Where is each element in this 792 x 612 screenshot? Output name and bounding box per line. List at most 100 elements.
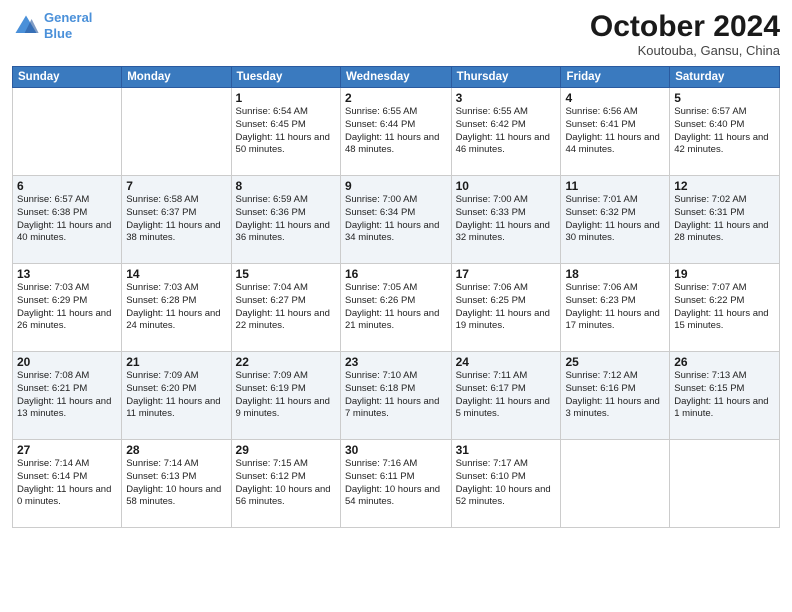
calendar-cell: 24Sunrise: 7:11 AM Sunset: 6:17 PM Dayli… (451, 352, 561, 440)
day-detail: Sunrise: 7:08 AM Sunset: 6:21 PM Dayligh… (17, 370, 117, 421)
day-detail: Sunrise: 7:17 AM Sunset: 6:10 PM Dayligh… (456, 458, 557, 509)
day-number: 10 (456, 179, 557, 193)
day-number: 28 (126, 443, 226, 457)
day-detail: Sunrise: 6:55 AM Sunset: 6:42 PM Dayligh… (456, 106, 557, 157)
col-monday: Monday (122, 67, 231, 88)
day-number: 22 (236, 355, 336, 369)
calendar-cell: 21Sunrise: 7:09 AM Sunset: 6:20 PM Dayli… (122, 352, 231, 440)
calendar-cell: 22Sunrise: 7:09 AM Sunset: 6:19 PM Dayli… (231, 352, 340, 440)
day-number: 5 (674, 91, 775, 105)
calendar-cell: 5Sunrise: 6:57 AM Sunset: 6:40 PM Daylig… (670, 88, 780, 176)
day-number: 19 (674, 267, 775, 281)
calendar-cell (122, 88, 231, 176)
day-number: 1 (236, 91, 336, 105)
calendar-cell: 8Sunrise: 6:59 AM Sunset: 6:36 PM Daylig… (231, 176, 340, 264)
calendar-cell (561, 440, 670, 528)
day-detail: Sunrise: 7:06 AM Sunset: 6:23 PM Dayligh… (565, 282, 665, 333)
day-number: 29 (236, 443, 336, 457)
day-detail: Sunrise: 6:57 AM Sunset: 6:38 PM Dayligh… (17, 194, 117, 245)
calendar-cell: 7Sunrise: 6:58 AM Sunset: 6:37 PM Daylig… (122, 176, 231, 264)
day-number: 3 (456, 91, 557, 105)
col-saturday: Saturday (670, 67, 780, 88)
day-number: 23 (345, 355, 447, 369)
day-number: 8 (236, 179, 336, 193)
day-detail: Sunrise: 7:11 AM Sunset: 6:17 PM Dayligh… (456, 370, 557, 421)
day-number: 16 (345, 267, 447, 281)
calendar-cell: 2Sunrise: 6:55 AM Sunset: 6:44 PM Daylig… (341, 88, 452, 176)
day-detail: Sunrise: 7:12 AM Sunset: 6:16 PM Dayligh… (565, 370, 665, 421)
day-number: 18 (565, 267, 665, 281)
day-detail: Sunrise: 7:00 AM Sunset: 6:34 PM Dayligh… (345, 194, 447, 245)
day-number: 11 (565, 179, 665, 193)
day-detail: Sunrise: 7:09 AM Sunset: 6:19 PM Dayligh… (236, 370, 336, 421)
day-number: 26 (674, 355, 775, 369)
day-number: 20 (17, 355, 117, 369)
logo-text: General Blue (44, 10, 92, 41)
day-detail: Sunrise: 7:03 AM Sunset: 6:29 PM Dayligh… (17, 282, 117, 333)
calendar-cell: 18Sunrise: 7:06 AM Sunset: 6:23 PM Dayli… (561, 264, 670, 352)
calendar-week-0: 1Sunrise: 6:54 AM Sunset: 6:45 PM Daylig… (13, 88, 780, 176)
day-number: 27 (17, 443, 117, 457)
logo: General Blue (12, 10, 92, 41)
day-number: 14 (126, 267, 226, 281)
day-detail: Sunrise: 7:14 AM Sunset: 6:13 PM Dayligh… (126, 458, 226, 509)
day-detail: Sunrise: 7:15 AM Sunset: 6:12 PM Dayligh… (236, 458, 336, 509)
day-number: 31 (456, 443, 557, 457)
logo-line2: Blue (44, 26, 72, 41)
day-detail: Sunrise: 7:02 AM Sunset: 6:31 PM Dayligh… (674, 194, 775, 245)
col-sunday: Sunday (13, 67, 122, 88)
calendar-week-4: 27Sunrise: 7:14 AM Sunset: 6:14 PM Dayli… (13, 440, 780, 528)
calendar-week-2: 13Sunrise: 7:03 AM Sunset: 6:29 PM Dayli… (13, 264, 780, 352)
day-detail: Sunrise: 6:57 AM Sunset: 6:40 PM Dayligh… (674, 106, 775, 157)
calendar-cell: 23Sunrise: 7:10 AM Sunset: 6:18 PM Dayli… (341, 352, 452, 440)
calendar-cell: 30Sunrise: 7:16 AM Sunset: 6:11 PM Dayli… (341, 440, 452, 528)
logo-icon (12, 12, 40, 40)
day-detail: Sunrise: 6:58 AM Sunset: 6:37 PM Dayligh… (126, 194, 226, 245)
col-friday: Friday (561, 67, 670, 88)
day-number: 7 (126, 179, 226, 193)
day-detail: Sunrise: 7:05 AM Sunset: 6:26 PM Dayligh… (345, 282, 447, 333)
location: Koutouba, Gansu, China (590, 43, 780, 58)
calendar-cell: 27Sunrise: 7:14 AM Sunset: 6:14 PM Dayli… (13, 440, 122, 528)
day-detail: Sunrise: 7:10 AM Sunset: 6:18 PM Dayligh… (345, 370, 447, 421)
calendar-cell: 28Sunrise: 7:14 AM Sunset: 6:13 PM Dayli… (122, 440, 231, 528)
col-tuesday: Tuesday (231, 67, 340, 88)
day-detail: Sunrise: 6:59 AM Sunset: 6:36 PM Dayligh… (236, 194, 336, 245)
calendar-cell: 15Sunrise: 7:04 AM Sunset: 6:27 PM Dayli… (231, 264, 340, 352)
day-detail: Sunrise: 7:01 AM Sunset: 6:32 PM Dayligh… (565, 194, 665, 245)
calendar-cell (13, 88, 122, 176)
day-number: 25 (565, 355, 665, 369)
calendar-cell: 14Sunrise: 7:03 AM Sunset: 6:28 PM Dayli… (122, 264, 231, 352)
day-number: 30 (345, 443, 447, 457)
day-detail: Sunrise: 7:06 AM Sunset: 6:25 PM Dayligh… (456, 282, 557, 333)
calendar-cell: 10Sunrise: 7:00 AM Sunset: 6:33 PM Dayli… (451, 176, 561, 264)
day-detail: Sunrise: 7:07 AM Sunset: 6:22 PM Dayligh… (674, 282, 775, 333)
day-detail: Sunrise: 7:16 AM Sunset: 6:11 PM Dayligh… (345, 458, 447, 509)
title-section: October 2024 Koutouba, Gansu, China (590, 10, 780, 58)
day-number: 12 (674, 179, 775, 193)
calendar-cell: 19Sunrise: 7:07 AM Sunset: 6:22 PM Dayli… (670, 264, 780, 352)
day-detail: Sunrise: 7:09 AM Sunset: 6:20 PM Dayligh… (126, 370, 226, 421)
day-number: 9 (345, 179, 447, 193)
day-detail: Sunrise: 7:03 AM Sunset: 6:28 PM Dayligh… (126, 282, 226, 333)
day-number: 15 (236, 267, 336, 281)
day-detail: Sunrise: 6:56 AM Sunset: 6:41 PM Dayligh… (565, 106, 665, 157)
day-number: 17 (456, 267, 557, 281)
day-number: 21 (126, 355, 226, 369)
calendar-cell: 4Sunrise: 6:56 AM Sunset: 6:41 PM Daylig… (561, 88, 670, 176)
calendar-cell: 31Sunrise: 7:17 AM Sunset: 6:10 PM Dayli… (451, 440, 561, 528)
day-number: 24 (456, 355, 557, 369)
calendar-cell: 3Sunrise: 6:55 AM Sunset: 6:42 PM Daylig… (451, 88, 561, 176)
day-detail: Sunrise: 6:55 AM Sunset: 6:44 PM Dayligh… (345, 106, 447, 157)
day-number: 2 (345, 91, 447, 105)
day-detail: Sunrise: 7:04 AM Sunset: 6:27 PM Dayligh… (236, 282, 336, 333)
calendar-cell: 1Sunrise: 6:54 AM Sunset: 6:45 PM Daylig… (231, 88, 340, 176)
calendar-week-1: 6Sunrise: 6:57 AM Sunset: 6:38 PM Daylig… (13, 176, 780, 264)
day-number: 13 (17, 267, 117, 281)
calendar-cell: 29Sunrise: 7:15 AM Sunset: 6:12 PM Dayli… (231, 440, 340, 528)
calendar: Sunday Monday Tuesday Wednesday Thursday… (12, 66, 780, 528)
calendar-cell: 11Sunrise: 7:01 AM Sunset: 6:32 PM Dayli… (561, 176, 670, 264)
calendar-cell: 6Sunrise: 6:57 AM Sunset: 6:38 PM Daylig… (13, 176, 122, 264)
day-detail: Sunrise: 7:13 AM Sunset: 6:15 PM Dayligh… (674, 370, 775, 421)
calendar-week-3: 20Sunrise: 7:08 AM Sunset: 6:21 PM Dayli… (13, 352, 780, 440)
